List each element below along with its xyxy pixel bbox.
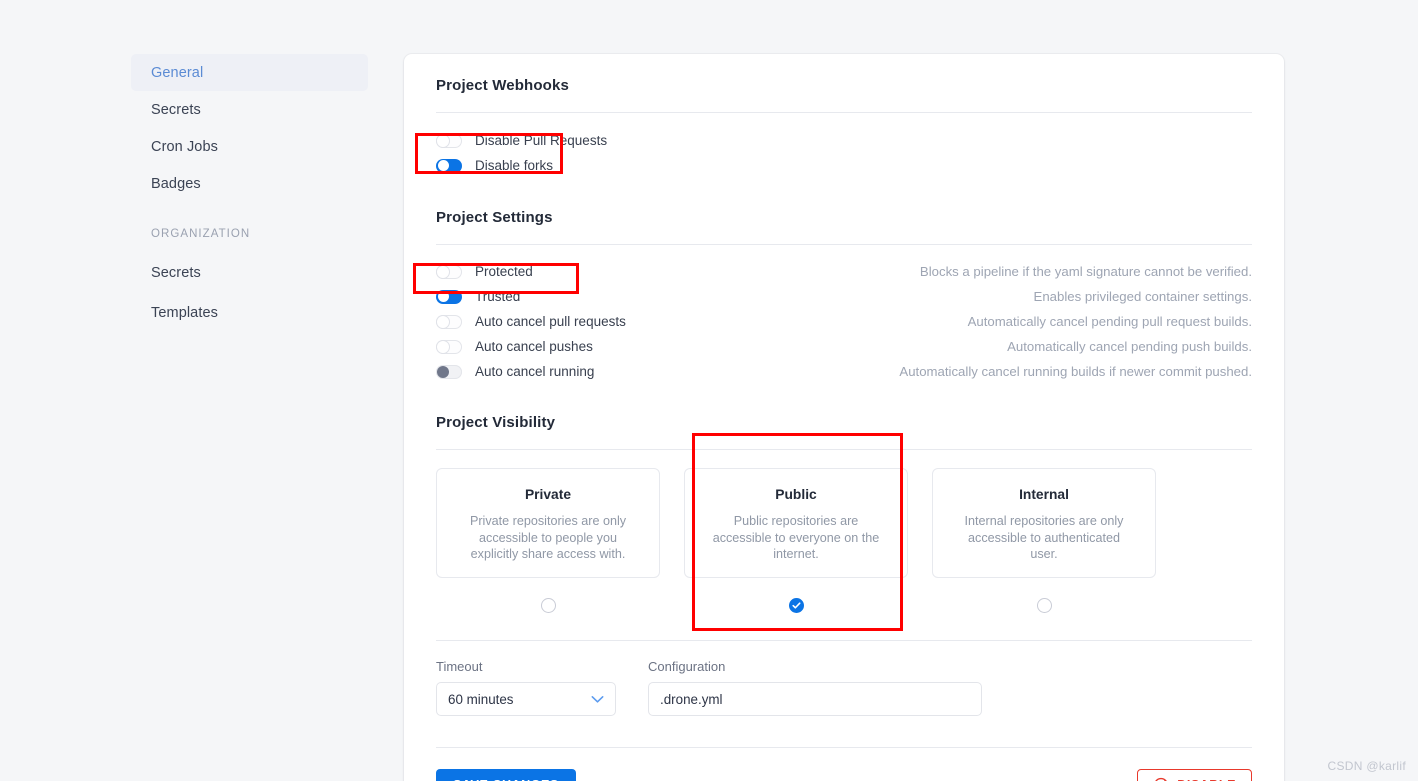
sidebar-group-organization: ORGANIZATION xyxy=(151,228,251,240)
check-icon xyxy=(791,602,801,609)
toggle-row-auto-cancel-pushes[interactable]: Auto cancel pushes Automatically cancel … xyxy=(436,334,1252,359)
visibility-card-description: Public repositories are accessible to ev… xyxy=(712,514,880,561)
toggle-description: Automatically cancel running builds if n… xyxy=(899,364,1252,379)
settings-panel: Project Webhooks Disable Pull Requests D… xyxy=(404,54,1284,781)
watermark: CSDN @karlif xyxy=(1327,759,1406,773)
visibility-card-title: Internal xyxy=(1019,487,1069,502)
visibility-option-internal[interactable]: Internal Internal repositories are only … xyxy=(932,468,1156,613)
visibility-card-description: Private repositories are only accessible… xyxy=(469,514,627,561)
toggle-description: Blocks a pipeline if the yaml signature … xyxy=(919,264,1252,279)
toggle-label: Protected xyxy=(475,264,533,279)
toggle-switch-trusted[interactable] xyxy=(436,289,462,304)
toggle-label: Trusted xyxy=(475,289,521,304)
section-title-settings: Project Settings xyxy=(436,209,553,226)
settings-sidebar: General Secrets Cron Jobs Badges ORGANIZ… xyxy=(131,54,368,331)
visibility-option-public[interactable]: Public Public repositories are accessibl… xyxy=(684,468,908,613)
toggle-switch-disable-forks[interactable] xyxy=(436,158,462,173)
visibility-option-private[interactable]: Private Private repositories are only ac… xyxy=(436,468,660,613)
toggle-description: Enables privileged container settings. xyxy=(1033,289,1252,304)
toggle-label: Disable forks xyxy=(475,158,554,173)
visibility-radio-public[interactable] xyxy=(788,598,804,613)
sidebar-item-org-secrets[interactable]: Secrets xyxy=(131,254,368,291)
chevron-down-icon xyxy=(591,695,604,703)
timeout-select[interactable]: 60 minutes xyxy=(436,682,616,716)
sidebar-item-label: Badges xyxy=(151,175,201,192)
toggle-switch-auto-cancel-pushes[interactable] xyxy=(436,339,462,354)
toggle-switch-auto-cancel-running[interactable] xyxy=(436,364,462,379)
visibility-card-title: Public xyxy=(775,487,817,502)
toggle-row-auto-cancel-running[interactable]: Auto cancel running Automatically cancel… xyxy=(436,359,1252,384)
sidebar-item-org-templates[interactable]: Templates xyxy=(131,294,368,331)
visibility-radio-internal[interactable] xyxy=(1036,598,1052,613)
action-bar: SAVE CHANGES DISABLE xyxy=(436,769,1252,781)
timeout-value: 60 minutes xyxy=(448,691,514,707)
sidebar-item-cron-jobs[interactable]: Cron Jobs xyxy=(131,128,368,165)
visibility-radio-wrap xyxy=(436,598,660,613)
sidebar-item-label: Templates xyxy=(151,304,218,321)
sidebar-item-badges[interactable]: Badges xyxy=(131,165,368,202)
toggle-description: Automatically cancel pending pull reques… xyxy=(967,314,1252,329)
configuration-field: Configuration xyxy=(648,659,982,716)
toggle-row-trusted[interactable]: Trusted Enables privileged container set… xyxy=(436,284,1252,309)
sidebar-item-general[interactable]: General xyxy=(131,54,368,91)
section-title-visibility: Project Visibility xyxy=(436,414,556,431)
configuration-label: Configuration xyxy=(648,659,726,674)
toggle-row-disable-forks[interactable]: Disable forks xyxy=(436,153,1252,178)
sidebar-item-label: Secrets xyxy=(151,264,201,281)
toggle-switch-disable-pull-requests[interactable] xyxy=(436,133,462,148)
visibility-radio-private[interactable] xyxy=(540,598,556,613)
timeout-field: Timeout 60 minutes xyxy=(436,659,616,716)
toggle-switch-auto-cancel-pull-requests[interactable] xyxy=(436,314,462,329)
visibility-card-title: Private xyxy=(524,487,572,502)
toggle-row-auto-cancel-pull-requests[interactable]: Auto cancel pull requests Automatically … xyxy=(436,309,1252,334)
visibility-card[interactable]: Public Public repositories are accessibl… xyxy=(684,468,908,578)
disable-button[interactable]: DISABLE xyxy=(1137,769,1252,781)
toggle-label: Auto cancel running xyxy=(475,364,595,379)
visibility-radio-wrap xyxy=(684,598,908,613)
save-changes-button[interactable]: SAVE CHANGES xyxy=(436,769,576,781)
toggle-label: Auto cancel pull requests xyxy=(475,314,626,329)
toggle-description: Automatically cancel pending push builds… xyxy=(1007,339,1252,354)
section-title-webhooks: Project Webhooks xyxy=(436,77,569,94)
visibility-radio-wrap xyxy=(932,598,1156,613)
visibility-card-description: Internal repositories are only accessibl… xyxy=(964,514,1124,561)
form-fields: Timeout 60 minutes Configuration xyxy=(436,659,1252,716)
sidebar-item-label: Secrets xyxy=(151,101,201,118)
toggle-label: Disable Pull Requests xyxy=(475,133,608,148)
toggle-switch-protected[interactable] xyxy=(436,264,462,279)
visibility-card[interactable]: Private Private repositories are only ac… xyxy=(436,468,660,578)
sidebar-item-label: General xyxy=(151,64,204,81)
configuration-input[interactable] xyxy=(648,682,982,716)
visibility-options: Private Private repositories are only ac… xyxy=(436,468,1252,613)
toggle-label: Auto cancel pushes xyxy=(475,339,593,354)
toggle-row-protected[interactable]: Protected Blocks a pipeline if the yaml … xyxy=(436,259,1252,284)
no-entry-icon xyxy=(1155,777,1168,781)
sidebar-item-label: Cron Jobs xyxy=(151,138,218,155)
toggle-row-disable-pull-requests[interactable]: Disable Pull Requests xyxy=(436,128,1252,153)
visibility-card[interactable]: Internal Internal repositories are only … xyxy=(932,468,1156,578)
timeout-label: Timeout xyxy=(436,659,483,674)
sidebar-item-secrets[interactable]: Secrets xyxy=(131,91,368,128)
